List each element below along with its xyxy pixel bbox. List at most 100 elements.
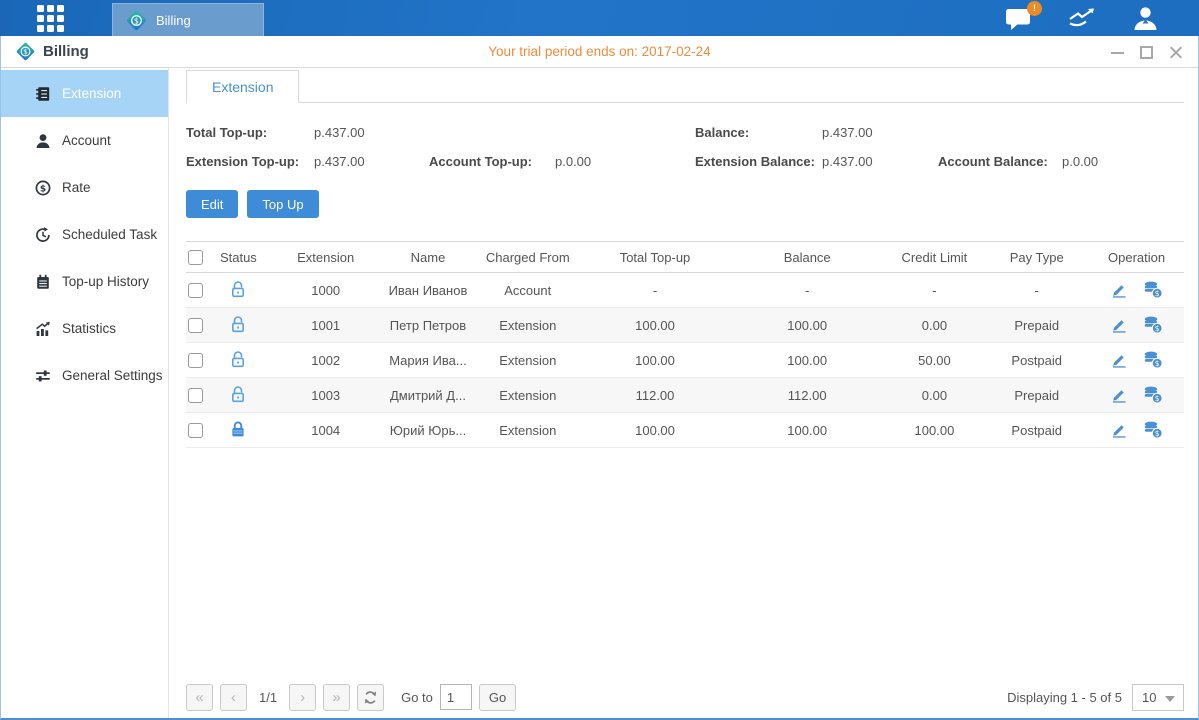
account-balance-value: p.0.00 [1062,154,1184,169]
page-indicator: 1/1 [259,690,277,705]
sidebar-item-label: Top-up History [62,274,149,289]
goto-label: Go to [401,690,433,705]
top-up-icon[interactable]: $ [1143,351,1163,369]
cell-pay-type: Postpaid [984,343,1089,378]
row-checkbox[interactable] [188,318,203,333]
cell-charged-from: Account [475,273,580,308]
minimize-icon[interactable] [1111,46,1124,59]
cell-name: Дмитрий Д... [381,378,476,413]
notepad-icon [34,274,51,290]
column-operation: Operation [1089,242,1184,273]
apps-grid-icon [37,5,64,32]
cell-name: Мария Ива... [381,343,476,378]
top-up-icon[interactable]: $ [1143,421,1163,439]
cell-pay-type: Postpaid [984,413,1089,448]
sidebar-item-account[interactable]: Account [1,117,168,164]
top-up-button[interactable]: Top Up [247,190,318,218]
sidebar-item-extension[interactable]: Extension [1,70,168,117]
apps-grid-button[interactable] [30,0,70,36]
chevron-down-icon [1165,696,1175,702]
cell-total-top-up: 100.00 [580,343,730,378]
svg-text:$: $ [1155,394,1160,403]
extension-top-up-label: Extension Top-up: [186,154,314,169]
sidebar-item-scheduled-task[interactable]: Scheduled Task [1,211,168,258]
sidebar-item-top-up-history[interactable]: Top-up History [1,258,168,305]
notifications-chat-icon[interactable]: ! [1005,6,1034,31]
cell-charged-from: Extension [475,378,580,413]
svg-text:$: $ [1155,429,1160,438]
row-checkbox[interactable] [188,283,203,298]
page-size-select[interactable]: 10 [1132,684,1184,711]
sidebar-item-label: Statistics [62,321,116,336]
maximize-icon[interactable] [1140,46,1153,59]
refresh-button[interactable] [357,684,384,711]
extension-top-up-value: p.437.00 [314,154,429,169]
topbar-billing-tab[interactable]: $ Billing [112,3,264,36]
next-page-button[interactable]: › [289,684,316,711]
prev-page-button[interactable]: ‹ [220,684,247,711]
locked-icon[interactable] [230,420,246,438]
ledger-icon [34,86,51,102]
top-up-icon[interactable]: $ [1143,316,1163,334]
row-checkbox[interactable] [188,353,203,368]
balance-label: Balance: [695,125,822,140]
person-icon [34,133,51,149]
extension-page: Extension Total Top-up: p.437.00 Extensi… [169,68,1198,718]
cell-credit-limit: 50.00 [885,343,985,378]
cell-extension: 1004 [271,413,381,448]
cell-balance: 112.00 [730,378,885,413]
svg-text:$: $ [1155,359,1160,368]
balance-value: p.437.00 [822,125,938,140]
column-extension: Extension [271,242,381,273]
notification-badge: ! [1027,1,1042,16]
edit-icon[interactable] [1110,317,1128,333]
row-checkbox[interactable] [188,388,203,403]
sidebar-item-rate[interactable]: $ Rate [1,164,168,211]
last-page-button[interactable]: » [323,684,350,711]
column-credit-limit: Credit Limit [885,242,985,273]
edit-button[interactable]: Edit [186,190,238,218]
sidebar-item-general-settings[interactable]: General Settings [1,352,168,399]
page-size-value: 10 [1142,690,1156,705]
cell-charged-from: Extension [475,413,580,448]
svg-text:$: $ [39,184,45,194]
first-page-button[interactable]: « [186,684,213,711]
unlocked-icon[interactable] [230,350,246,368]
edit-icon[interactable] [1110,387,1128,403]
edit-icon[interactable] [1110,422,1128,438]
unlocked-icon[interactable] [230,385,246,403]
top-up-icon[interactable]: $ [1143,281,1163,299]
topbar-tab-label: Billing [156,13,191,28]
go-button[interactable]: Go [479,684,516,711]
table-header-row: Status Extension Name Charged From Total… [186,242,1184,273]
cell-pay-type: - [984,273,1089,308]
select-all-checkbox[interactable] [188,250,203,265]
reports-chart-icon[interactable] [1068,6,1098,30]
cell-extension: 1001 [271,308,381,343]
cell-total-top-up: 112.00 [580,378,730,413]
dollar-circle-icon: $ [34,180,51,196]
sidebar-item-statistics[interactable]: Statistics [1,305,168,352]
extension-table: Status Extension Name Charged From Total… [186,241,1184,448]
column-balance: Balance [730,242,885,273]
cell-credit-limit: - [885,273,985,308]
column-charged-from: Charged From [475,242,580,273]
unlocked-icon[interactable] [230,280,246,298]
goto-page-input[interactable] [440,684,472,710]
sidebar-item-label: Extension [62,86,121,101]
account-top-up-label: Account Top-up: [429,154,555,169]
chart-growth-icon [34,321,51,337]
billing-diamond-icon: $ [15,41,36,62]
edit-icon[interactable] [1110,282,1128,298]
close-icon[interactable] [1169,46,1182,59]
unlocked-icon[interactable] [230,315,246,333]
cell-balance: - [730,273,885,308]
row-checkbox[interactable] [188,423,203,438]
edit-icon[interactable] [1110,352,1128,368]
cell-total-top-up: 100.00 [580,308,730,343]
total-top-up-label: Total Top-up: [186,125,314,140]
top-up-icon[interactable]: $ [1143,386,1163,404]
user-account-icon[interactable] [1132,5,1159,31]
tab-extension[interactable]: Extension [186,70,299,103]
cell-pay-type: Prepaid [984,378,1089,413]
